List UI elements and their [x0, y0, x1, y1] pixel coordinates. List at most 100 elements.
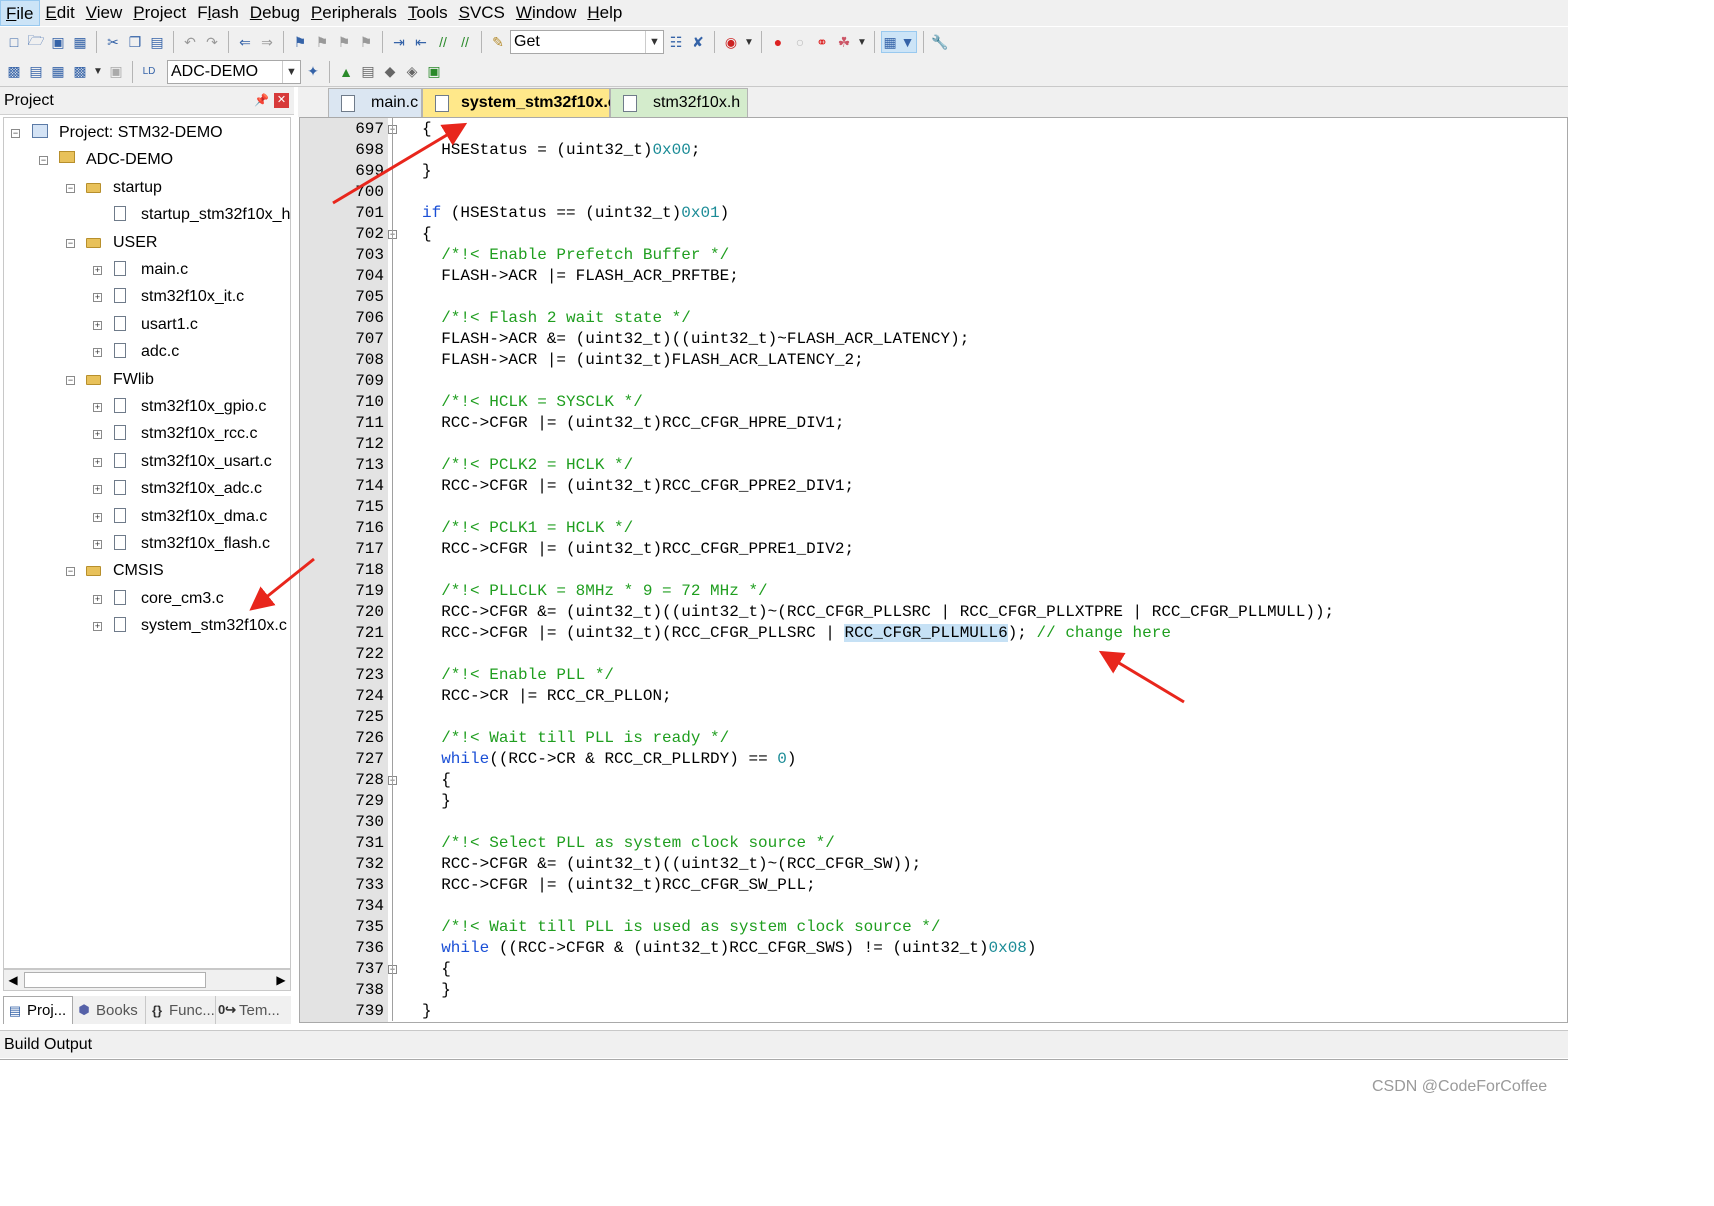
- expand-icon[interactable]: +: [93, 293, 102, 303]
- unindent-icon[interactable]: ⇤: [411, 31, 431, 53]
- menu-view[interactable]: View: [81, 0, 129, 26]
- tab-books[interactable]: ⬢ Books: [73, 996, 146, 1024]
- breakpoint-kill-all-icon[interactable]: ⚭: [812, 31, 832, 53]
- tab-main-c[interactable]: main.c: [328, 88, 422, 117]
- close-icon[interactable]: ✕: [274, 93, 289, 108]
- cut-icon[interactable]: ✂: [103, 31, 123, 53]
- target-combo[interactable]: ADC-DEMO ▼: [167, 59, 301, 84]
- menu-svcs[interactable]: SVCS: [454, 0, 511, 26]
- tree-item[interactable]: stm32f10x_usart.c: [114, 449, 272, 475]
- menu-debug[interactable]: Debug: [245, 0, 306, 26]
- batch-build-icon[interactable]: ▩: [70, 61, 90, 83]
- menu-flash[interactable]: Flash: [192, 0, 245, 26]
- window-layout-icon[interactable]: ▦ ▼: [881, 31, 917, 53]
- tree-item[interactable]: core_cm3.c: [114, 586, 224, 612]
- tab-templates[interactable]: 0↪ Tem...: [216, 996, 291, 1024]
- save-all-icon[interactable]: ▦: [70, 31, 90, 53]
- tree-horizontal-scrollbar[interactable]: ◀ ▶: [3, 969, 291, 991]
- tree-item[interactable]: Project: STM32-DEMO: [32, 120, 223, 146]
- breakpoint-insert-icon[interactable]: ●: [768, 31, 788, 53]
- undo-icon[interactable]: ↶: [180, 31, 200, 53]
- expand-icon[interactable]: +: [93, 430, 102, 440]
- uncomment-icon[interactable]: //: [455, 31, 475, 53]
- replace-icon[interactable]: ✘: [688, 31, 708, 53]
- expand-icon[interactable]: +: [93, 457, 102, 467]
- copy-icon[interactable]: ❐: [125, 31, 145, 53]
- target-options-icon[interactable]: ✦: [303, 61, 323, 83]
- tree-item[interactable]: stm32f10x_dma.c: [114, 504, 267, 530]
- tree-item[interactable]: startup_stm32f10x_h: [114, 202, 290, 228]
- tab-system-stm32f10x-c[interactable]: system_stm32f10x.c: [422, 88, 617, 117]
- tree-item[interactable]: stm32f10x_gpio.c: [114, 394, 266, 420]
- save-icon[interactable]: ▣: [48, 31, 68, 53]
- translate-icon[interactable]: ▩: [4, 61, 24, 83]
- collapse-icon[interactable]: −: [11, 129, 20, 138]
- find-in-files-icon[interactable]: ✎: [488, 31, 508, 53]
- paste-icon[interactable]: ▤: [147, 31, 167, 53]
- build-icon[interactable]: ▤: [26, 61, 46, 83]
- tree-item[interactable]: system_stm32f10x.c: [114, 613, 287, 639]
- tree-item[interactable]: usart1.c: [114, 312, 198, 338]
- pin-icon[interactable]: 📌: [254, 93, 269, 107]
- tree-item[interactable]: startup: [86, 175, 162, 201]
- prev-bookmark-icon[interactable]: ⚑: [312, 31, 332, 53]
- open-file-icon[interactable]: 🗁: [26, 31, 46, 53]
- tree-item[interactable]: CMSIS: [86, 558, 164, 584]
- collapse-icon[interactable]: −: [39, 156, 48, 166]
- menu-file[interactable]: File: [0, 0, 41, 26]
- manage-components-icon[interactable]: ▲: [336, 61, 356, 83]
- tree-item[interactable]: stm32f10x_rcc.c: [114, 421, 257, 447]
- expand-icon[interactable]: +: [93, 512, 102, 522]
- expand-icon[interactable]: +: [93, 540, 102, 549]
- comment-icon[interactable]: //: [433, 31, 453, 53]
- chevron-down-icon[interactable]: ▼: [282, 60, 300, 83]
- stop-build-icon[interactable]: ▣: [106, 61, 126, 83]
- navigate-forward-icon[interactable]: ⇒: [257, 31, 277, 53]
- scroll-right-icon[interactable]: ▶: [272, 970, 290, 990]
- redo-icon[interactable]: ↷: [202, 31, 222, 53]
- code-editor[interactable]: 697 698 699 700 701 702 703 704 705 706 707 708 709 7…: [299, 117, 1568, 1023]
- expand-icon[interactable]: +: [93, 320, 102, 330]
- tab-stm32f10x-h[interactable]: stm32f10x.h: [610, 88, 748, 117]
- expand-icon[interactable]: +: [93, 594, 102, 604]
- tab-functions[interactable]: {} Func...: [146, 996, 216, 1024]
- breakpoint-disable-icon[interactable]: ○: [790, 31, 810, 53]
- expand-icon[interactable]: +: [93, 348, 102, 358]
- run-time-environment-icon[interactable]: ▣: [424, 61, 444, 83]
- new-file-icon[interactable]: □: [4, 31, 24, 53]
- debug-session-icon[interactable]: ◉: [721, 31, 741, 53]
- breakpoint-disable-all-icon[interactable]: ☘: [834, 31, 854, 53]
- chevron-down-icon[interactable]: ▼: [645, 31, 663, 53]
- menu-help[interactable]: Help: [582, 0, 628, 26]
- tab-project[interactable]: ▤ Proj...: [3, 996, 73, 1024]
- build-output-pane[interactable]: [0, 1059, 1568, 1103]
- collapse-icon[interactable]: −: [66, 238, 75, 248]
- expand-icon[interactable]: +: [93, 622, 102, 632]
- configure-wrench-icon[interactable]: 🔧: [930, 31, 950, 53]
- clear-bookmarks-icon[interactable]: ⚑: [356, 31, 376, 53]
- file-extensions-icon[interactable]: ▤: [358, 61, 378, 83]
- pack-installer-icon[interactable]: ◈: [402, 61, 422, 83]
- scroll-left-icon[interactable]: ◀: [4, 970, 22, 990]
- tree-item[interactable]: main.c: [114, 257, 188, 283]
- tree-item[interactable]: stm32f10x_flash.c: [114, 531, 270, 557]
- navigate-back-icon[interactable]: ⇐: [235, 31, 255, 53]
- menu-edit[interactable]: Edit: [40, 0, 80, 26]
- tree-item[interactable]: adc.c: [114, 339, 179, 365]
- find-combo[interactable]: Get ▼: [510, 30, 664, 54]
- indent-icon[interactable]: ⇥: [389, 31, 409, 53]
- download-load-icon[interactable]: LD: [139, 61, 159, 83]
- tree-item[interactable]: FWlib: [86, 367, 154, 393]
- chevron-down-icon[interactable]: ▼: [856, 31, 868, 53]
- expand-icon[interactable]: +: [93, 266, 102, 275]
- expand-icon[interactable]: +: [93, 485, 102, 495]
- tree-item[interactable]: ADC-DEMO: [59, 147, 173, 173]
- rebuild-icon[interactable]: ▦: [48, 61, 68, 83]
- select-packs-icon[interactable]: ◆: [380, 61, 400, 83]
- tree-item[interactable]: USER: [86, 230, 157, 256]
- chevron-down-icon[interactable]: ▼: [92, 61, 104, 83]
- tree-item[interactable]: stm32f10x_it.c: [114, 284, 244, 310]
- collapse-icon[interactable]: −: [66, 183, 75, 193]
- tree-item[interactable]: stm32f10x_adc.c: [114, 476, 262, 502]
- collapse-icon[interactable]: −: [66, 567, 75, 577]
